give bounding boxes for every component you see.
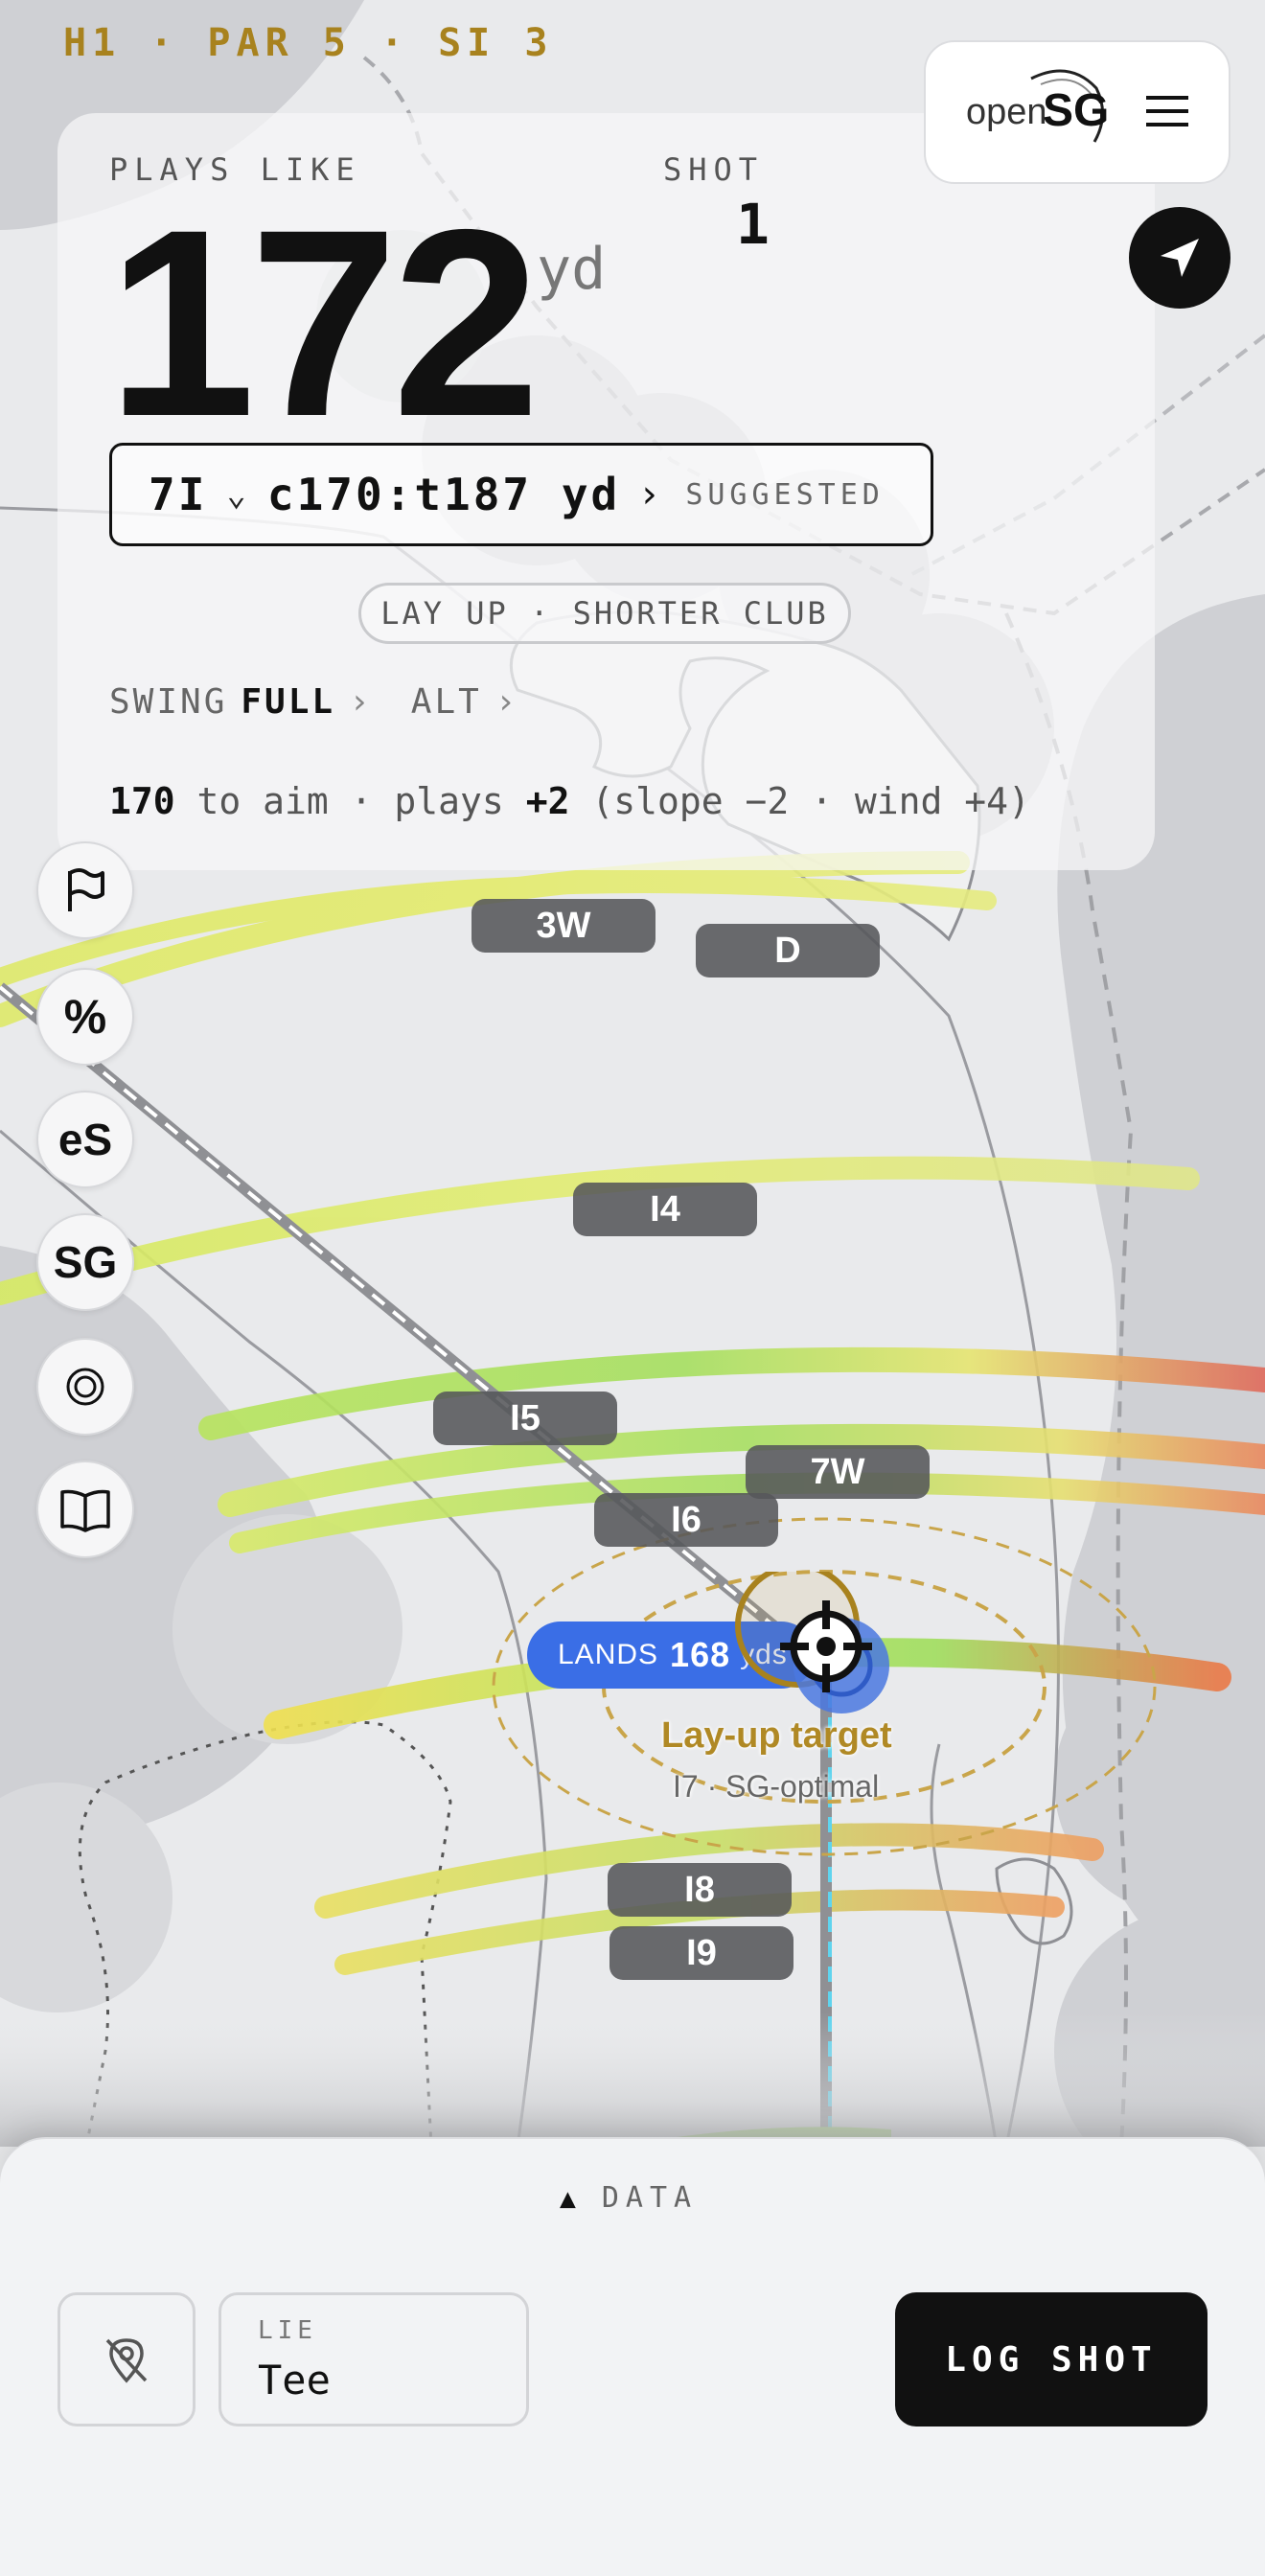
log-shot-button[interactable]: LOG SHOT [895,2292,1208,2426]
aim-adjustment-line: 170 to aim · plays +2 (slope −2 · wind +… [109,780,1030,822]
logo-text-sg: SG [1043,85,1110,136]
club-label-i4[interactable]: I4 [573,1183,757,1236]
club-label-d[interactable]: D [696,924,880,978]
shot-number: 1 [736,192,770,257]
chevron-right-icon[interactable]: › [637,472,660,517]
lie-selector[interactable]: LIE Tee [218,2292,529,2426]
alt-label[interactable]: ALT [411,682,482,722]
es-tool-button[interactable]: eS [36,1091,134,1188]
chevron-right-icon[interactable]: › [349,682,373,722]
chevron-down-icon[interactable]: ⌄ [226,475,245,514]
club-label-7w[interactable]: 7W [746,1445,930,1499]
club-selector[interactable]: 7I ⌄ c170:t187 yd › SUGGESTED [109,443,933,546]
club-label-i9[interactable]: I9 [610,1926,794,1980]
club-label-i5[interactable]: I5 [433,1392,617,1445]
plays-like-distance: 172 [107,173,540,472]
aim-text: to aim · plays [174,780,526,822]
layup-target-marker[interactable] [721,1572,932,1725]
club-name[interactable]: 7I [149,469,207,520]
plays-like-unit: yd [537,236,607,303]
swing-row[interactable]: SWING FULL › ALT › [109,682,518,722]
lie-label: LIE [258,2316,317,2345]
strategy-pill[interactable]: LAY UP · SHORTER CLUB [358,583,851,644]
layup-target-title: Lay-up target [661,1715,892,1756]
navigation-arrow-icon [1161,239,1199,277]
club-label-i8[interactable]: I8 [608,1863,792,1917]
data-toggle[interactable]: ▲ DATA [560,2181,698,2215]
flag-tool-button[interactable] [36,841,134,939]
lie-value[interactable]: Tee [258,2357,331,2404]
swing-label: SWING [109,682,228,722]
menu-icon[interactable] [1144,92,1190,130]
club-suggested-badge: SUGGESTED [685,477,885,512]
chevron-right-icon[interactable]: › [495,682,519,722]
triangle-up-icon[interactable]: ▲ [560,2182,583,2214]
target-icon [66,1368,104,1406]
logo-menu-button[interactable]: open SG [924,40,1230,184]
adjust-breakdown: (slope −2 · wind +4) [569,780,1030,822]
hole-info: H1 · PAR 5 · SI 3 [63,21,554,65]
navigate-button[interactable] [1129,207,1230,309]
target-tool-button[interactable] [36,1338,134,1436]
club-label-i6[interactable]: I6 [594,1493,778,1547]
club-label-3w[interactable]: 3W [472,899,656,953]
percent-tool-button[interactable]: % [36,968,134,1066]
sg-tool-button[interactable]: SG [36,1213,134,1311]
yardage-book-button[interactable] [36,1460,134,1558]
plays-adjust-value: +2 [525,780,570,822]
logo-text-open: open [966,92,1047,132]
lands-label: LANDS [558,1639,659,1670]
aim-value: 170 [109,780,175,822]
club-carry-total[interactable]: c170:t187 yd [267,469,620,520]
data-toggle-label[interactable]: DATA [602,2181,698,2215]
layup-target-subtitle: I7 · SG-optimal [673,1769,880,1804]
location-toggle-button[interactable] [58,2292,196,2426]
shot-label: SHOT [663,151,765,188]
book-icon [60,1489,110,1532]
swing-value[interactable]: FULL [241,682,335,722]
flag-icon [68,868,104,911]
location-off-icon [105,2338,148,2383]
